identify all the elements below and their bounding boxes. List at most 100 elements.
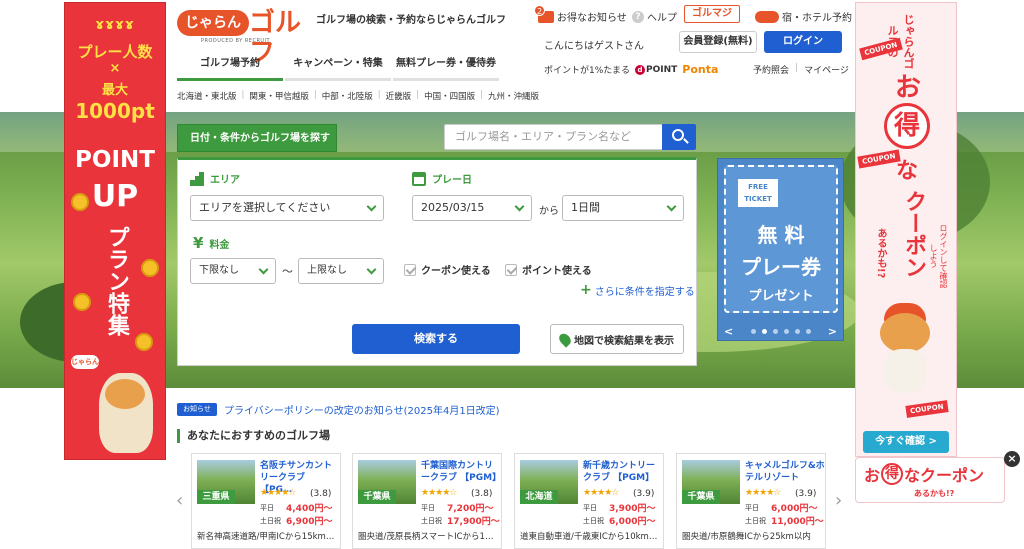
course-card[interactable]: 三重県 名阪チサンカントリークラブ 【PG… ★★★★☆ (3.8) 平日 4,… [191, 453, 341, 549]
banner-line-players: プレー人数 [77, 43, 153, 61]
points-text: ポイントが1%たまる [544, 66, 631, 76]
duration-select[interactable]: 1日間 [562, 195, 684, 221]
holiday-label: 土日祝 [745, 517, 766, 525]
holiday-label: 土日祝 [583, 517, 604, 525]
carousel-dot[interactable] [805, 328, 811, 334]
rating-stars-icon: ★★★★☆ [583, 488, 619, 498]
region-kinki[interactable]: 近畿版 [386, 90, 412, 102]
carousel-prev-button[interactable]: < [724, 325, 733, 338]
logo-produced-by: PRODUCED BY RECRUIT [201, 38, 271, 44]
area-select[interactable]: エリアを選択してください [190, 195, 384, 221]
coupon-banner[interactable]: じゃらんゴルフの お 得 な クーポン あるかも!? ログインして確認しよう C… [855, 2, 957, 457]
region-chubu[interactable]: 中部・北陸版 [322, 90, 373, 102]
course-name[interactable]: 新千歳カントリークラブ 【PGM】 [583, 460, 663, 484]
help-link[interactable]: ? ヘルプ [632, 9, 677, 24]
course-access: 新名神高速道路/甲南ICから15km… [197, 532, 335, 542]
course-prefecture: 北海道 [520, 490, 558, 504]
course-rating: (3.8) [471, 489, 493, 499]
notice-badge: お知らせ [177, 403, 217, 416]
check-now-button[interactable]: 今すぐ確認 > [863, 431, 949, 453]
region-kanto[interactable]: 関東・甲信越版 [249, 90, 309, 102]
banner-line-max: 最大 [101, 83, 128, 98]
mypage-link[interactable]: マイページ [804, 63, 849, 76]
yen-icon: ¥ [193, 234, 204, 252]
deals-link[interactable]: 2 お得なお知らせ [534, 4, 627, 24]
price-range-separator: 〜 [282, 265, 293, 278]
banner-line-point: POINT [75, 147, 155, 173]
banner-carousel-nav: < > [718, 321, 843, 340]
course-card[interactable]: 北海道 新千歳カントリークラブ 【PGM】 ★★★★☆ (3.9) 平日 3,9… [514, 453, 664, 549]
carousel-dot[interactable] [772, 328, 778, 334]
course-rating: (3.9) [633, 489, 655, 499]
region-links: 北海道・東北版 | 関東・甲信越版 | 中部・北陸版 | 近畿版 | 中国・四国版 | 九… [177, 90, 539, 102]
chevron-down-icon [666, 201, 677, 212]
floating-coupon-banner[interactable]: お得なクーポン あるかも!? [855, 457, 1005, 503]
floating-coupon-title: お得なクーポン [864, 462, 984, 486]
course-prefecture: 千葉県 [358, 490, 396, 504]
region-chugoku[interactable]: 中国・四国版 [424, 90, 475, 102]
carousel-dot[interactable] [783, 328, 789, 334]
date-select[interactable]: 2025/03/15 [412, 195, 532, 221]
course-prefecture: 千葉県 [682, 490, 720, 504]
carousel-dot-active[interactable] [761, 328, 767, 334]
chevron-down-icon [514, 201, 525, 212]
carousel-dot[interactable] [750, 328, 756, 334]
tab-golf-reservation[interactable]: ゴルフ場予約 [177, 53, 283, 81]
tab-campaigns[interactable]: キャンペーン・特集 [285, 53, 391, 81]
courses-prev-arrow[interactable]: ‹ [176, 490, 183, 511]
point-up-banner[interactable]: ɤɤɤɤ プレー人数 × 最大 1000pt POINT UP プラン特集 じゃ… [64, 2, 166, 460]
checkbox-icon [404, 263, 416, 276]
register-button[interactable]: 会員登録(無料) [679, 31, 757, 53]
golfers-illustration: ɤɤɤɤ [95, 17, 135, 33]
hotel-link[interactable]: 宿・ホテル予約 [755, 9, 852, 24]
course-name[interactable]: キャメルゴルフ&ホテルリゾート [745, 460, 825, 484]
ponta-logo: Ponta [682, 63, 719, 76]
keyword-search-input[interactable]: ゴルフ場名・エリア・プラン名など [444, 124, 662, 150]
course-card[interactable]: 千葉県 千葉国際カントリークラブ 【PGM】 ★★★★☆ (3.8) 平日 7,… [352, 453, 502, 549]
free-banner-line3: プレゼント [748, 289, 814, 304]
free-ticket-banner[interactable]: FREE TICKET 無 料 プレー券 プレゼント < > [717, 158, 844, 341]
date-field-label: プレー日 [412, 171, 472, 186]
more-conditions-link[interactable]: + さらに条件を指定する [580, 282, 695, 298]
courses-next-arrow[interactable]: › [835, 490, 842, 511]
coupon-checkbox[interactable]: クーポン使える [404, 262, 491, 277]
deals-label: お得なお知らせ [557, 13, 627, 24]
tab-free-play[interactable]: 無料プレー券・優待券 [393, 53, 499, 81]
holiday-price: 17,900円〜 [447, 517, 500, 527]
banner-jalan-tag: じゃらん [71, 355, 99, 369]
search-button[interactable]: 検索する [352, 324, 520, 354]
login-button[interactable]: ログイン [764, 31, 842, 53]
recommended-section-title: あなたにおすすめのゴルフ場 [177, 429, 330, 443]
free-banner-line2: プレー券 [741, 255, 821, 279]
carousel-next-button[interactable]: > [828, 325, 837, 338]
region-hokkaido[interactable]: 北海道・東北版 [177, 90, 237, 102]
carousel-dot[interactable] [794, 328, 800, 334]
mail-count-badge: 2 [534, 4, 545, 16]
rating-stars-icon: ★★★★☆ [260, 488, 296, 498]
course-name[interactable]: 千葉国際カントリークラブ 【PGM】 [421, 460, 501, 484]
course-rating: (3.8) [310, 489, 332, 499]
coupon-banner-o: お [894, 73, 921, 103]
logo-jalan: じゃらん [177, 10, 249, 36]
map-search-button[interactable]: 地図で検索結果を表示 [550, 324, 684, 354]
site-logo[interactable]: じゃらん ゴルフ PRODUCED BY RECRUIT [177, 8, 305, 68]
close-icon[interactable]: × [1004, 451, 1020, 467]
point-checkbox[interactable]: ポイント使える [505, 262, 592, 277]
reservations-link[interactable]: 予約照会 [753, 63, 789, 76]
coupon-tag: COUPON [857, 149, 901, 169]
holiday-label: 土日祝 [421, 517, 442, 525]
coupon-banner-aru: あるかも!? [875, 227, 886, 279]
golmaji-link[interactable]: ゴルマジ [684, 5, 740, 23]
coupon-tag: COUPON [905, 400, 949, 418]
account-links: 予約照会 | マイページ [753, 63, 849, 76]
keyword-search-button[interactable] [662, 124, 696, 150]
price-max-select[interactable]: 上限なし [298, 258, 384, 284]
privacy-notice-link[interactable]: プライバシーポリシーの改定のお知らせ(2025年4月1日改定) [224, 402, 500, 417]
weekday-label: 平日 [745, 504, 759, 512]
region-kyushu[interactable]: 九州・沖縄版 [488, 90, 539, 102]
course-card[interactable]: 千葉県 キャメルゴルフ&ホテルリゾート ★★★★☆ (3.9) 平日 6,000… [676, 453, 826, 549]
course-prefecture: 三重県 [197, 490, 235, 504]
search-tab[interactable]: 日付・条件からゴルフ場を探す [177, 124, 337, 152]
price-min-select[interactable]: 下限なし [190, 258, 276, 284]
help-label: ヘルプ [647, 13, 677, 24]
